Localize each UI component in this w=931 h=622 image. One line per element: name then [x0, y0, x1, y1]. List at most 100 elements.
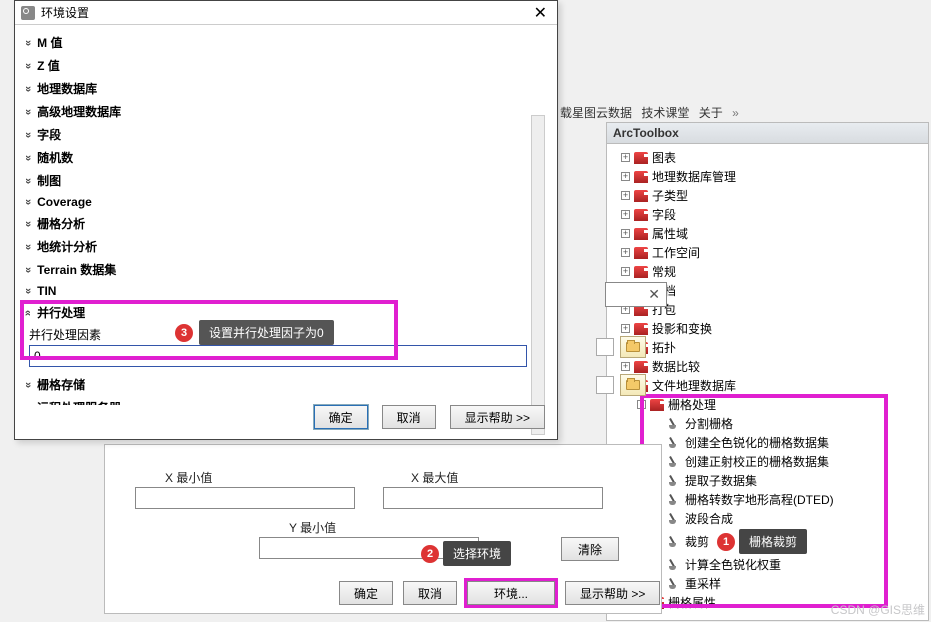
expand-icon[interactable]: +	[621, 210, 630, 219]
section-z[interactable]: Z 值	[25, 54, 547, 77]
callout-badge-3: 3	[175, 324, 193, 342]
tree-node-raster-proc[interactable]: -栅格处理	[613, 395, 926, 414]
close-icon[interactable]: ✕	[530, 3, 551, 23]
tool-label: 提取子数据集	[685, 472, 757, 489]
menu-item[interactable]: 载星图云数据	[560, 106, 632, 120]
expand-icon[interactable]: +	[621, 172, 630, 181]
tree-node[interactable]: +工作空间	[613, 243, 926, 262]
tree-label: 子类型	[652, 187, 688, 204]
callout-badge-2: 2	[421, 545, 439, 563]
section-raster-storage[interactable]: 栅格存储	[25, 373, 547, 396]
hammer-icon	[669, 418, 681, 430]
main-menu[interactable]: 载星图云数据 技术课堂 关于 »	[560, 104, 745, 121]
input-row	[596, 336, 646, 358]
section-gdb[interactable]: 地理数据库	[25, 77, 547, 100]
tree-label: 拓扑	[652, 339, 676, 356]
dialog-titlebar[interactable]: 环境设置 ✕	[15, 1, 557, 25]
expand-icon[interactable]: +	[621, 229, 630, 238]
section-fields[interactable]: 字段	[25, 123, 547, 146]
tool-label: 创建全色锐化的栅格数据集	[685, 434, 829, 451]
environment-settings-dialog: 环境设置 ✕ M 值 Z 值 地理数据库 高级地理数据库 字段 随机数 制图 C…	[14, 0, 558, 440]
browse-button[interactable]	[620, 374, 646, 396]
collapse-icon[interactable]: -	[637, 400, 646, 409]
section-m[interactable]: M 值	[25, 31, 547, 54]
cancel-button[interactable]: 取消	[403, 581, 457, 605]
close-icon[interactable]: ✕	[648, 286, 660, 303]
tree-node[interactable]: +拓扑	[613, 338, 926, 357]
scrollbar[interactable]	[531, 115, 545, 435]
ymin-label: Y 最小值	[289, 519, 336, 536]
section-random[interactable]: 随机数	[25, 146, 547, 169]
callout-1: 栅格裁剪	[739, 529, 807, 554]
tree-node[interactable]: + 常规	[613, 262, 926, 281]
menu-item[interactable]: 技术课堂	[641, 106, 689, 120]
ok-button[interactable]: 确定	[339, 581, 393, 605]
folder-icon	[626, 342, 640, 352]
section-tin[interactable]: TIN	[25, 281, 547, 301]
tree-node[interactable]: +地理数据库管理	[613, 167, 926, 186]
tree-node[interactable]: +属性域	[613, 224, 926, 243]
expand-icon[interactable]: +	[621, 267, 630, 276]
browse-button[interactable]	[620, 336, 646, 358]
toolbox-icon	[634, 361, 648, 373]
folder-icon	[626, 380, 640, 390]
tree-node[interactable]: + 数据比较	[613, 357, 926, 376]
tree-label: 投影和变换	[652, 320, 712, 337]
tool-label: 栅格转数字地形高程(DTED)	[685, 491, 834, 508]
expand-icon[interactable]: +	[621, 248, 630, 257]
section-terrain[interactable]: Terrain 数据集	[25, 258, 547, 281]
toolbox-icon	[634, 228, 648, 240]
section-geostat[interactable]: 地统计分析	[25, 235, 547, 258]
tree-label: 栅格属性	[668, 594, 716, 611]
toolbox-icon	[650, 399, 664, 411]
xmax-input[interactable]	[383, 487, 603, 509]
tree-label: 数据比较	[652, 358, 700, 375]
xmin-label: X 最小值	[165, 469, 212, 486]
input-box[interactable]	[596, 376, 614, 394]
hammer-icon	[669, 559, 681, 571]
xmax-label: X 最大值	[411, 469, 458, 486]
toolbox-icon	[634, 266, 648, 278]
ok-button[interactable]: 确定	[314, 405, 368, 429]
section-adv-gdb[interactable]: 高级地理数据库	[25, 100, 547, 123]
tree-node[interactable]: +图表	[613, 148, 926, 167]
toolbox-icon	[634, 323, 648, 335]
tool-label: 计算全色锐化权重	[685, 556, 781, 573]
tool-label: 裁剪	[685, 533, 709, 550]
tree-node[interactable]: + 投影和变换	[613, 319, 926, 338]
section-coverage[interactable]: Coverage	[25, 192, 547, 212]
dialog-button-row: 确定 取消 显示帮助 >>	[15, 399, 557, 435]
section-raster-analysis[interactable]: 栅格分析	[25, 212, 547, 235]
clip-dialog-body: X 最小值 X 最大值 Y 最小值 2 选择环境 清除 确定 取消 环境... …	[104, 444, 662, 614]
expand-icon[interactable]: +	[621, 153, 630, 162]
tree-label: 常规	[652, 263, 676, 280]
expand-icon[interactable]: +	[621, 191, 630, 200]
xmin-input[interactable]	[135, 487, 355, 509]
cancel-button[interactable]: 取消	[382, 405, 436, 429]
section-carto[interactable]: 制图	[25, 169, 547, 192]
tool-dialog-titlebar: ✕	[605, 282, 667, 307]
settings-icon	[21, 6, 35, 20]
input-box[interactable]	[596, 338, 614, 356]
expand-icon[interactable]: +	[621, 324, 630, 333]
clear-button[interactable]: 清除	[561, 537, 619, 561]
expand-icon[interactable]: +	[621, 362, 630, 371]
hammer-icon	[669, 437, 681, 449]
tree-node[interactable]: +字段	[613, 205, 926, 224]
dialog-body[interactable]: M 值 Z 值 地理数据库 高级地理数据库 字段 随机数 制图 Coverage…	[15, 25, 557, 405]
tool-item[interactable]: 分割栅格	[613, 414, 926, 433]
tree-node[interactable]: +文件地理数据库	[613, 376, 926, 395]
environments-button[interactable]: 环境...	[467, 581, 555, 605]
tool-label: 分割栅格	[685, 415, 733, 432]
hammer-icon	[669, 578, 681, 590]
dialog-title: 环境设置	[41, 4, 530, 21]
show-help-button[interactable]: 显示帮助 >>	[565, 581, 660, 605]
toolbox-icon	[634, 209, 648, 221]
tool-label: 创建正射校正的栅格数据集	[685, 453, 829, 470]
callout-2: 选择环境	[443, 541, 511, 566]
tree-node[interactable]: + 子类型	[613, 186, 926, 205]
toolbox-icon	[634, 247, 648, 259]
show-help-button[interactable]: 显示帮助 >>	[450, 405, 545, 429]
parallel-factor-input[interactable]	[29, 345, 527, 367]
menu-item[interactable]: 关于	[699, 106, 723, 120]
